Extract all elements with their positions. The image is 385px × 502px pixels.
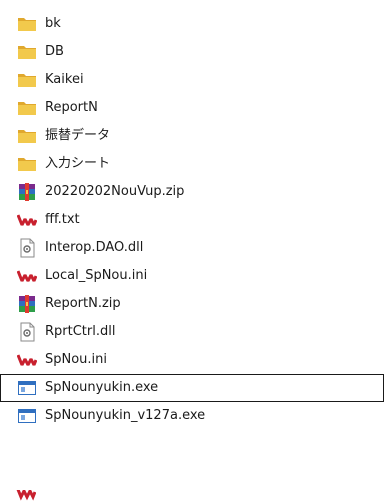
file-name: SpNou.ini	[45, 352, 108, 367]
file-row-nouvup-zip[interactable]: 20220202NouVup.zip	[0, 178, 384, 206]
file-name: SpNounyukin_v127a.exe	[45, 408, 206, 423]
winrar-archive-icon	[17, 182, 37, 202]
file-name: ReportN.zip	[45, 296, 121, 311]
dll-file-icon	[17, 322, 37, 342]
file-row-spnounyukin-exe[interactable]: SpNounyukin.exe	[0, 374, 384, 402]
folder-icon	[17, 14, 37, 34]
folder-icon	[17, 98, 37, 118]
file-row-db[interactable]: DB	[0, 38, 384, 66]
file-name: bk	[45, 16, 61, 31]
file-name: fff.txt	[45, 212, 80, 227]
file-name: DB	[45, 44, 64, 59]
file-name: 入力シート	[45, 156, 111, 171]
file-name: Interop.DAO.dll	[45, 240, 144, 255]
file-row-reportn[interactable]: ReportN	[0, 94, 384, 122]
editor-file-icon	[17, 266, 37, 286]
exe-window-icon	[17, 406, 37, 426]
file-list: bk DB Kaikei ReportN 振替データ 入力シート 2022020…	[0, 10, 385, 430]
folder-icon	[17, 154, 37, 174]
file-row-bk[interactable]: bk	[0, 10, 384, 38]
file-name: SpNounyukin.exe	[45, 380, 159, 395]
file-name: Local_SpNou.ini	[45, 268, 148, 283]
file-row-local-spnou-ini[interactable]: Local_SpNou.ini	[0, 262, 384, 290]
file-row-reportn-zip[interactable]: ReportN.zip	[0, 290, 384, 318]
file-row-fff-txt[interactable]: fff.txt	[0, 206, 384, 234]
file-name: RprtCtrl.dll	[45, 324, 116, 339]
folder-icon	[17, 42, 37, 62]
folder-icon	[17, 70, 37, 90]
file-row-nyuryoku-sheet[interactable]: 入力シート	[0, 150, 384, 178]
exe-window-icon	[17, 378, 37, 398]
file-name: 20220202NouVup.zip	[45, 184, 185, 199]
editor-file-icon	[16, 490, 37, 501]
file-name: ReportN	[45, 100, 98, 115]
winrar-archive-icon	[17, 294, 37, 314]
editor-file-icon	[17, 350, 37, 370]
file-name: 振替データ	[45, 128, 111, 143]
file-row-rprtctrl-dll[interactable]: RprtCtrl.dll	[0, 318, 384, 346]
file-row-spnou-ini[interactable]: SpNou.ini	[0, 346, 384, 374]
file-row-kaikei[interactable]: Kaikei	[0, 66, 384, 94]
partially-visible-row	[16, 490, 316, 502]
dll-file-icon	[17, 238, 37, 258]
folder-icon	[17, 126, 37, 146]
file-name: Kaikei	[45, 72, 84, 87]
file-row-furikae-data[interactable]: 振替データ	[0, 122, 384, 150]
file-row-spnounyukin-v127a-exe[interactable]: SpNounyukin_v127a.exe	[0, 402, 384, 430]
editor-file-icon	[17, 210, 37, 230]
file-row-interop-dao-dll[interactable]: Interop.DAO.dll	[0, 234, 384, 262]
